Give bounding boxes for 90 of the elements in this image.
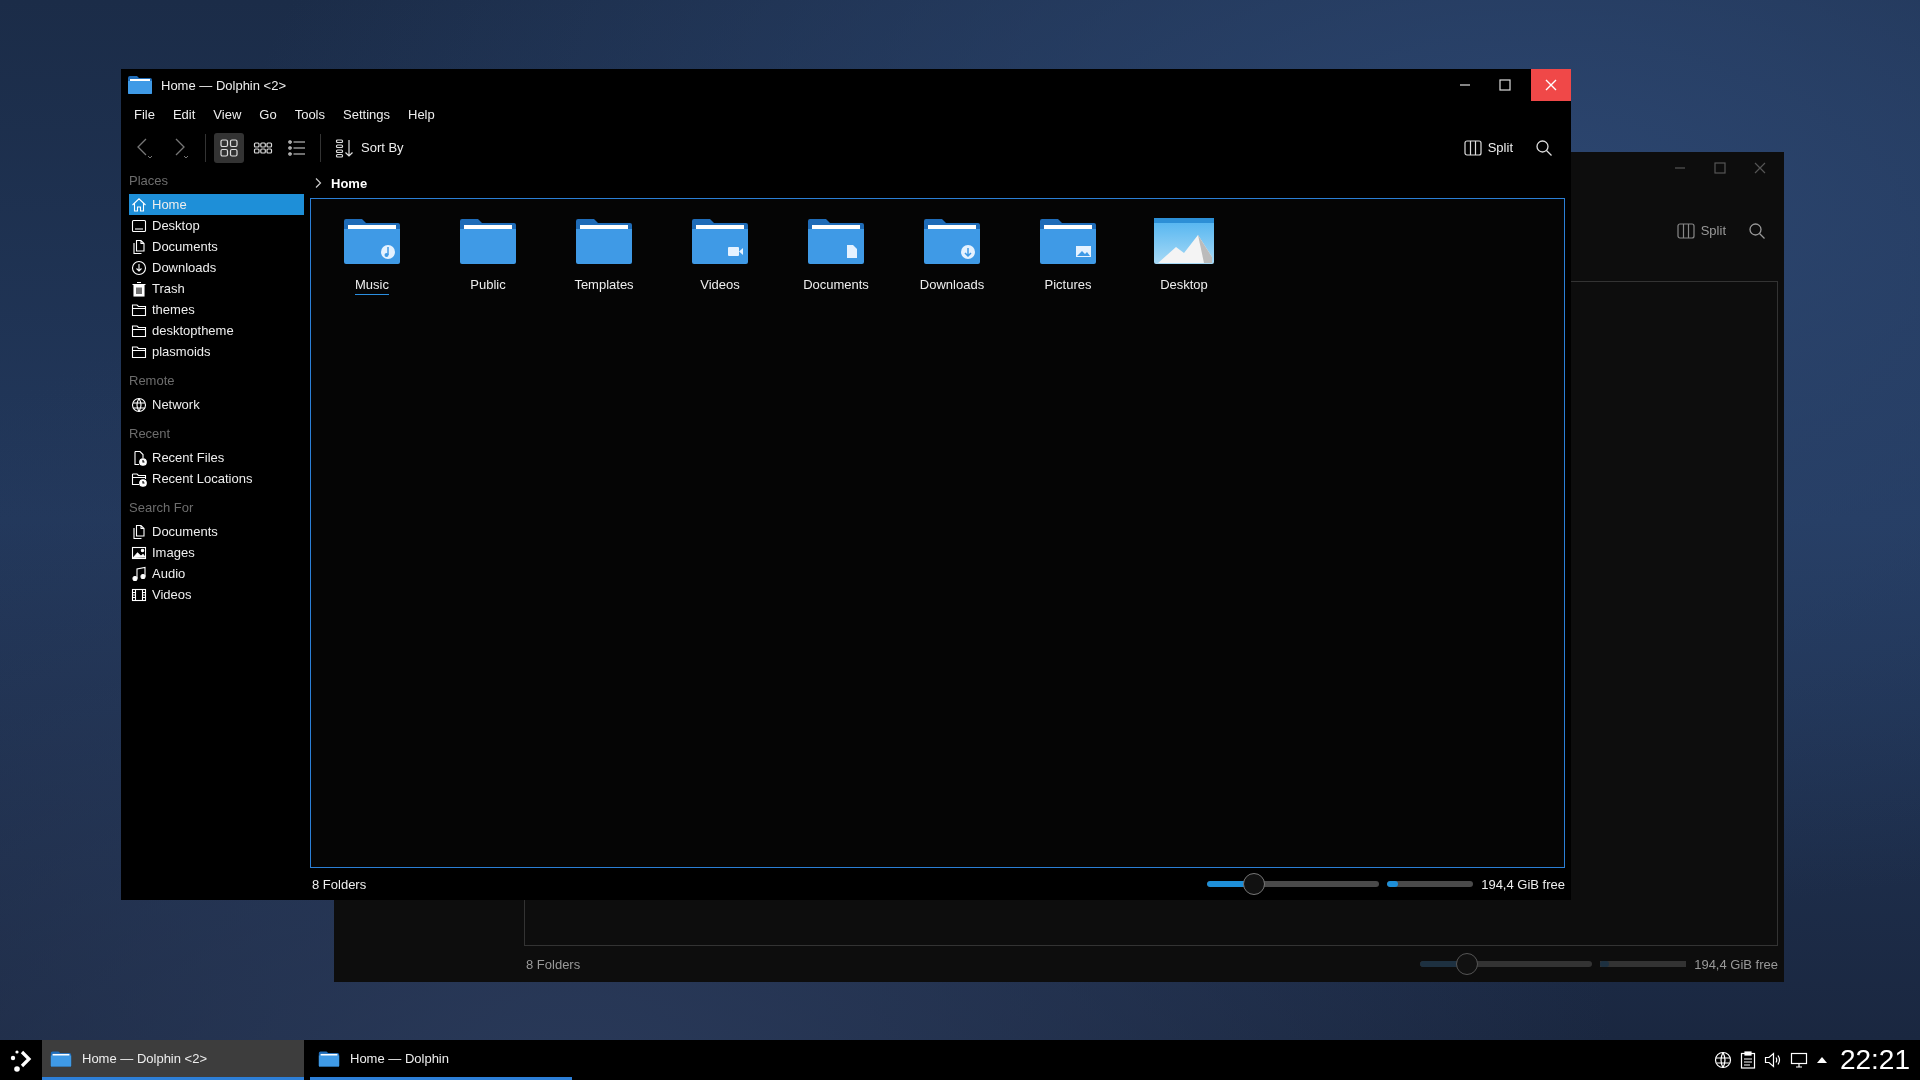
sidebar-item[interactable]: Documents [129, 236, 304, 257]
folder-name[interactable]: Pictures [1044, 277, 1092, 295]
free-space-text: 194,4 GiB free [1481, 876, 1565, 892]
folder-icon[interactable] [574, 217, 634, 265]
folder-icon[interactable] [458, 217, 518, 265]
sidebar-item[interactable]: Audio [129, 563, 304, 584]
folder-icon [131, 343, 147, 360]
sort-icon [335, 137, 355, 158]
menu-item[interactable]: Help [399, 103, 444, 125]
zoom-slider[interactable] [1207, 873, 1380, 895]
folder-icon [131, 322, 147, 339]
sidebar-item[interactable]: Desktop [129, 215, 304, 236]
folder-name[interactable]: Music [355, 277, 389, 295]
sort-button[interactable]: Sort By [329, 133, 410, 162]
folder-icon [318, 1049, 340, 1068]
zoom-slider[interactable] [1420, 953, 1593, 975]
sidebar-section-header: Remote [129, 372, 176, 390]
folder-icon [131, 301, 147, 318]
menu-item[interactable]: Go [250, 103, 286, 125]
download-icon [131, 259, 147, 276]
folder-icon[interactable] [690, 217, 750, 265]
sidebar-item[interactable]: Videos [129, 584, 304, 605]
sidebar-item[interactable]: Downloads [129, 257, 304, 278]
list-icon [287, 137, 307, 158]
split-button[interactable]: Split [1457, 135, 1519, 160]
folder-icon[interactable] [806, 217, 866, 265]
network-icon[interactable] [1713, 1051, 1732, 1069]
document-clock-icon [131, 449, 147, 466]
trash-icon [131, 280, 147, 297]
folder-icon[interactable] [1038, 217, 1098, 265]
sidebar-section-header: Recent [129, 425, 172, 443]
folder-name[interactable]: Documents [803, 277, 869, 295]
close-icon [1544, 78, 1558, 92]
home-icon [131, 196, 147, 213]
sidebar-item[interactable]: Recent Files [129, 447, 304, 468]
music-note-icon [131, 565, 147, 582]
folder-name[interactable]: Videos [700, 277, 740, 295]
clipboard-icon[interactable] [1739, 1051, 1756, 1069]
split-button[interactable]: Split [1670, 218, 1732, 243]
breadcrumb-item[interactable]: Home [331, 175, 368, 191]
folder-name[interactable]: Templates [574, 277, 634, 295]
document-icon [131, 523, 147, 540]
search-icon[interactable] [1748, 221, 1766, 240]
folder-name[interactable]: Desktop [1160, 277, 1208, 295]
document-icon [131, 238, 147, 255]
folder-name[interactable]: Public [470, 277, 506, 295]
globe-icon [131, 396, 147, 413]
monitor-icon [131, 217, 147, 234]
slider-handle[interactable] [1455, 953, 1478, 975]
taskbar-task[interactable]: Home — Dolphin <2> [42, 1040, 304, 1080]
menu-item[interactable]: Tools [285, 103, 334, 125]
film-icon [131, 586, 147, 603]
sidebar-item[interactable]: Trash [129, 278, 304, 299]
sidebar-section-header: Places [129, 172, 170, 190]
menu-item[interactable]: Settings [334, 103, 399, 125]
sidebar-item[interactable]: Documents [129, 521, 304, 542]
sidebar-item[interactable]: themes [129, 299, 304, 320]
image-icon [131, 544, 147, 561]
menu-item[interactable]: File [125, 103, 164, 125]
sidebar-item[interactable]: desktoptheme [129, 320, 304, 341]
window-title: Home — Dolphin <2> [161, 77, 286, 93]
close-icon[interactable] [1753, 161, 1767, 175]
volume-icon[interactable] [1763, 1051, 1782, 1069]
search-icon[interactable] [1535, 138, 1553, 157]
menu-item[interactable]: Edit [163, 103, 205, 125]
wallpaper-thumbnail-icon[interactable] [1154, 217, 1214, 265]
folder-icon[interactable] [922, 217, 982, 265]
sidebar-section-header: Search For [129, 499, 195, 517]
sidebar-item[interactable]: Images [129, 542, 304, 563]
sidebar-item[interactable]: Recent Locations [129, 468, 304, 489]
sidebar-item[interactable]: Network [129, 394, 304, 415]
view-mode-button[interactable] [214, 132, 244, 163]
display-icon[interactable] [1789, 1051, 1808, 1069]
columns-icon [1463, 139, 1482, 156]
taskbar-task[interactable]: Home — Dolphin [310, 1040, 572, 1080]
folder-icon [50, 1049, 72, 1068]
slider-handle[interactable] [1242, 873, 1265, 895]
status-text: 8 Folders [526, 956, 581, 972]
folder-clock-icon [131, 470, 147, 487]
columns-icon [1676, 222, 1695, 239]
clock: 22:21 [1839, 1044, 1910, 1076]
folder-icon [127, 75, 153, 95]
grid-icon [219, 137, 239, 158]
menu-item[interactable]: View [204, 103, 251, 125]
sidebar-item[interactable]: plasmoids [129, 341, 304, 362]
status-text: 8 Folders [312, 876, 367, 892]
folder-name[interactable]: Downloads [919, 277, 985, 295]
chevron-right-icon [313, 177, 323, 189]
free-space-text: 194,4 GiB free [1694, 956, 1778, 972]
folder-icon[interactable] [342, 217, 402, 265]
